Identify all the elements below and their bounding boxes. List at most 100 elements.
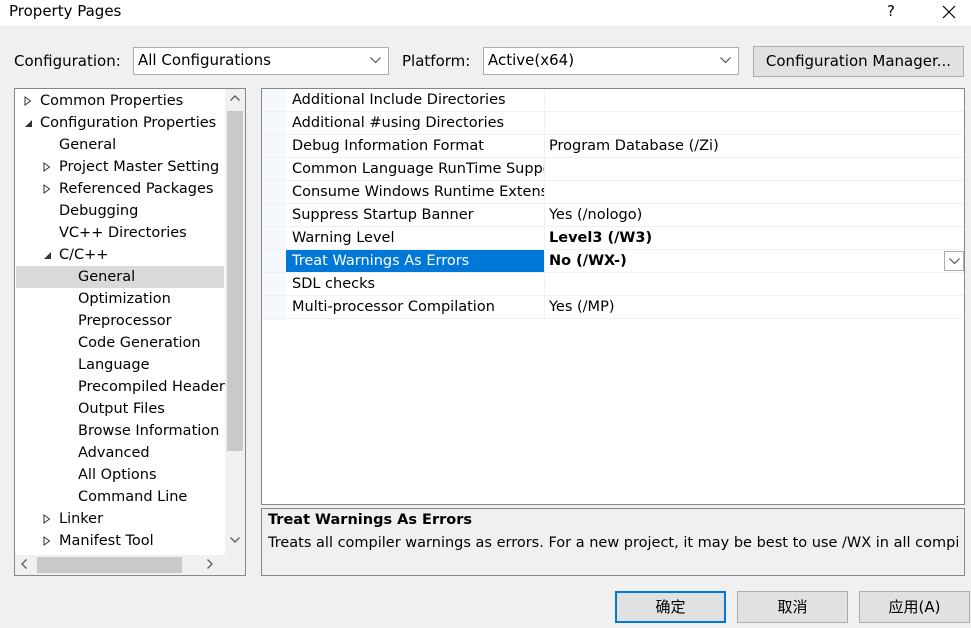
property-row[interactable]: Common Language RunTime Support	[262, 158, 964, 181]
scroll-down-icon[interactable]	[230, 537, 240, 543]
tree-item-label: Configuration Properties	[40, 115, 217, 131]
property-row[interactable]: SDL checks	[262, 273, 964, 296]
close-button[interactable]	[934, 0, 964, 24]
scroll-thumb[interactable]	[227, 111, 243, 451]
tree-item[interactable]: Debugging	[16, 200, 224, 222]
property-row[interactable]: Suppress Startup Banner Yes (/nologo)	[262, 204, 964, 227]
value-dropdown-button[interactable]	[944, 251, 964, 271]
property-name: Common Language RunTime Support	[292, 161, 544, 177]
tree-item-label: Language	[78, 357, 150, 373]
configuration-label: Configuration:	[14, 52, 121, 70]
tree-item[interactable]: General	[16, 134, 224, 156]
tree-item-label: Code Generation	[78, 335, 201, 351]
tree-item[interactable]: Preprocessor	[16, 310, 224, 332]
scroll-left-icon[interactable]	[21, 559, 27, 569]
property-value: Level3 (/W3)	[544, 227, 964, 249]
platform-label: Platform:	[402, 52, 471, 70]
property-row[interactable]: Consume Windows Runtime Extension	[262, 181, 964, 204]
tree-item-label: Optimization	[78, 291, 171, 307]
scrollbar-corner	[225, 555, 245, 575]
property-row[interactable]: Additional Include Directories	[262, 89, 964, 112]
property-value[interactable]: No (/WX-)	[544, 250, 964, 272]
help-button[interactable]: ?	[878, 0, 904, 24]
tree-item[interactable]: Manifest Tool	[16, 530, 224, 552]
expand-triangle-icon[interactable]	[43, 514, 51, 524]
property-value	[544, 181, 964, 203]
collapse-triangle-icon[interactable]	[43, 251, 52, 260]
tree-item-label: Debugging	[59, 203, 139, 219]
tree-item[interactable]: Language	[16, 354, 224, 376]
property-tree: Common Properties Configuration Propertie…	[14, 88, 246, 576]
tree-item-label: All Options	[78, 467, 157, 483]
property-name: Treat Warnings As Errors	[286, 250, 544, 272]
tree-item-label: General	[78, 269, 136, 285]
property-grid: Additional Include Directories Additional…	[261, 88, 965, 505]
window-title: Property Pages	[9, 2, 122, 20]
tree-item-label: Advanced	[78, 445, 150, 461]
tree-item[interactable]: Linker	[16, 508, 224, 530]
scroll-right-icon[interactable]	[207, 559, 213, 569]
tree-item-label: Precompiled Headers	[78, 379, 233, 395]
property-name: Additional #using Directories	[292, 115, 505, 131]
tree-item[interactable]: General	[16, 266, 224, 288]
scroll-thumb[interactable]	[37, 557, 182, 573]
ok-button[interactable]: 确定	[615, 591, 726, 623]
property-name: Multi-processor Compilation	[292, 299, 495, 315]
platform-combo[interactable]: Active(x64)	[483, 47, 739, 75]
expand-triangle-icon[interactable]	[24, 96, 32, 106]
description-panel: Treat Warnings As Errors Treats all comp…	[261, 508, 965, 576]
tree-item-label: Referenced Packages	[59, 181, 214, 197]
tree-item[interactable]: All Options	[16, 464, 224, 486]
tree-item-label: VC++ Directories	[59, 225, 187, 241]
expand-triangle-icon[interactable]	[43, 536, 51, 546]
property-name: Consume Windows Runtime Extension	[292, 184, 544, 200]
chevron-down-icon	[720, 57, 731, 64]
title-bar: Property Pages ?	[0, 0, 971, 26]
tree-item-label: Linker	[59, 511, 104, 527]
tree-item[interactable]: Precompiled Headers	[16, 376, 232, 398]
tree-vertical-scrollbar[interactable]	[225, 89, 245, 555]
property-name: Suppress Startup Banner	[292, 207, 474, 223]
tree-item[interactable]: Optimization	[16, 288, 224, 310]
property-value: Yes (/MP)	[544, 296, 964, 318]
tree-item[interactable]: Command Line	[16, 486, 224, 508]
tree-item-label: Project Master Setting	[59, 159, 220, 175]
property-row[interactable]: Debug Information Format Program Database…	[262, 135, 964, 158]
expand-triangle-icon[interactable]	[43, 184, 51, 194]
tree-item[interactable]: VC++ Directories	[16, 222, 224, 244]
property-value	[544, 158, 964, 180]
property-value: Yes (/nologo)	[544, 204, 964, 226]
cancel-button[interactable]: 取消	[737, 591, 848, 623]
property-name: Additional Include Directories	[292, 92, 506, 108]
tree-horizontal-scrollbar[interactable]	[15, 555, 225, 575]
property-row[interactable]: Additional #using Directories	[262, 112, 964, 135]
tree-item-label: Browse Information	[78, 423, 220, 439]
configuration-combo[interactable]: All Configurations	[133, 47, 389, 75]
property-row[interactable]: Multi-processor Compilation Yes (/MP)	[262, 296, 964, 319]
property-row[interactable]: Warning Level Level3 (/W3)	[262, 227, 964, 250]
tree-item[interactable]: Output Files	[16, 398, 224, 420]
platform-value: Active(x64)	[488, 51, 575, 69]
tree-item-label: Manifest Tool	[59, 533, 154, 549]
tree-item[interactable]: Common Properties	[16, 90, 224, 112]
apply-button[interactable]: 应用(A)	[859, 591, 970, 623]
property-name: Debug Information Format	[292, 138, 484, 154]
tree-item[interactable]: Code Generation	[16, 332, 224, 354]
tree-item[interactable]: Advanced	[16, 442, 224, 464]
property-row[interactable]: Treat Warnings As Errors No (/WX-)	[262, 250, 964, 273]
tree-item[interactable]: C/C++	[16, 244, 224, 266]
tree-item[interactable]: Configuration Properties	[16, 112, 224, 134]
tree-item[interactable]: Project Master Setting	[16, 156, 224, 178]
configuration-manager-button[interactable]: Configuration Manager...	[753, 46, 964, 77]
chevron-down-icon	[370, 57, 381, 64]
description-title: Treat Warnings As Errors	[268, 512, 472, 528]
tree-item[interactable]: Referenced Packages	[16, 178, 224, 200]
expand-triangle-icon[interactable]	[43, 162, 51, 172]
collapse-triangle-icon[interactable]	[24, 119, 33, 128]
tree-item[interactable]: Browse Information	[16, 420, 224, 442]
property-value: Program Database (/Zi)	[544, 135, 964, 157]
property-name: SDL checks	[292, 276, 376, 292]
scroll-up-icon[interactable]	[230, 95, 240, 101]
property-value	[544, 112, 964, 134]
tree-item-label: Command Line	[78, 489, 188, 505]
